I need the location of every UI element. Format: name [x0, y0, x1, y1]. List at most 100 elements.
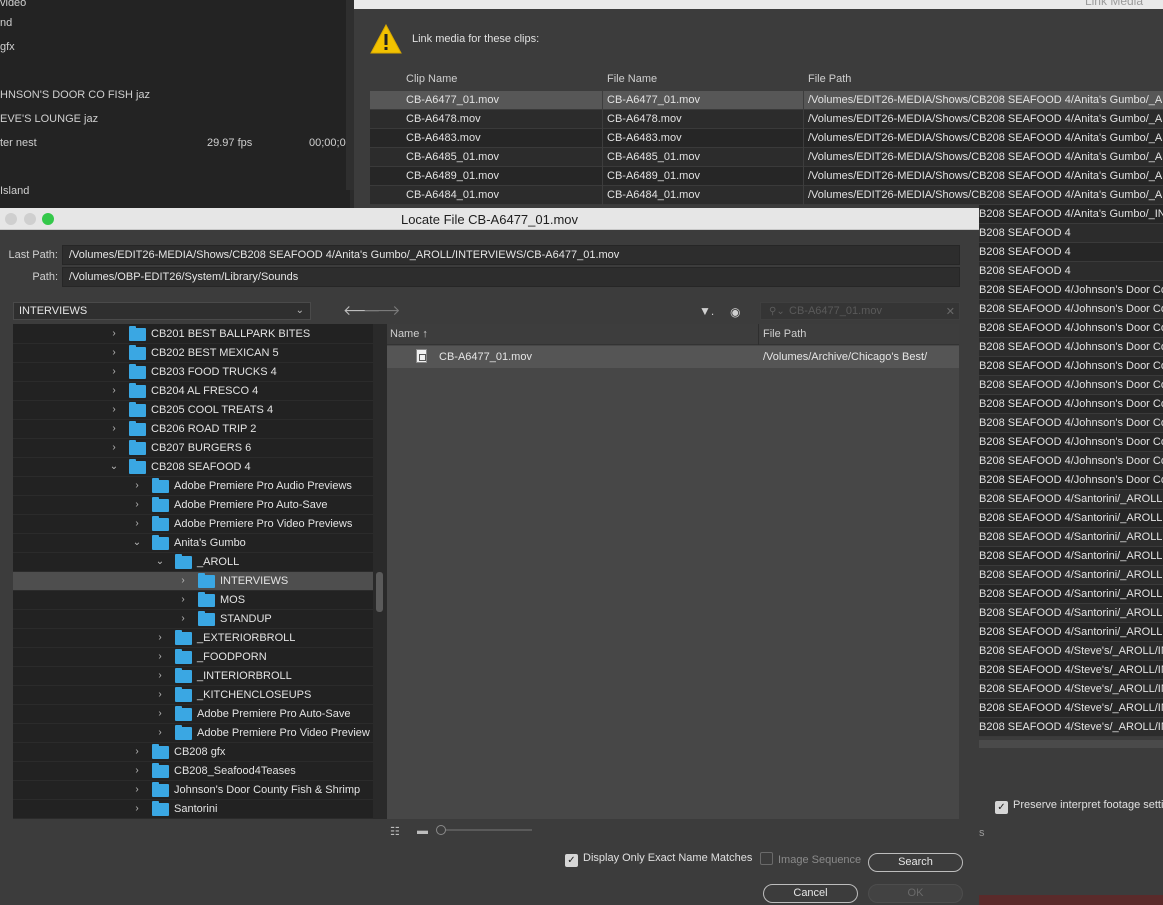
search-button[interactable]: Search — [868, 853, 963, 872]
folder-tree-item[interactable]: › Adobe Premiere Pro Auto-Save — [13, 705, 373, 724]
link-media-row[interactable]: CB-A6483.mov CB-A6483.mov/Volumes/EDIT26-… — [370, 129, 1163, 148]
project-item-row[interactable]: EVE'S LOUNGE jaz — [0, 107, 350, 131]
disclosure-collapsed-icon[interactable]: › — [132, 746, 142, 757]
disclosure-collapsed-icon[interactable]: › — [132, 784, 142, 795]
project-panel-scrollbar[interactable] — [346, 0, 354, 190]
disclosure-collapsed-icon[interactable]: › — [109, 385, 119, 396]
file-path-cell[interactable]: B208 SEAFOOD 4/Johnson's Door Cou — [979, 281, 1163, 300]
disclosure-collapsed-icon[interactable]: › — [178, 594, 188, 605]
folder-tree-item[interactable]: › Adobe Premiere Pro Auto-Save — [13, 496, 373, 515]
disclosure-expanded-icon[interactable]: ⌄ — [132, 537, 142, 548]
file-path-cell[interactable]: B208 SEAFOOD 4/Santorini/_AROLL — [979, 547, 1163, 566]
folder-tree-item[interactable]: › CB208_Seafood4Teases — [13, 762, 373, 781]
file-path-cell[interactable]: B208 SEAFOOD 4/Steve's/_AROLL/INT — [979, 642, 1163, 661]
folder-tree-item[interactable]: › INTERVIEWS — [13, 572, 373, 591]
link-media-row[interactable]: CB-A6485_01.mov CB-A6485_01.mov/Volumes/E… — [370, 148, 1163, 167]
preserve-interpret-checkbox[interactable]: ✓ — [995, 801, 1008, 814]
project-item-row[interactable]: ter nest 29.97 fps 00;00;0 — [0, 131, 350, 155]
disclosure-collapsed-icon[interactable]: › — [155, 670, 165, 681]
exact-name-match-checkbox[interactable]: ✓ — [565, 854, 578, 867]
link-media-row[interactable]: CB-A6477_01.mov CB-A6477_01.mov/Volumes/E… — [370, 91, 1163, 110]
project-item-row[interactable] — [0, 59, 350, 83]
file-path-cell[interactable]: B208 SEAFOOD 4/Johnson's Door Cou — [979, 338, 1163, 357]
disclosure-collapsed-icon[interactable]: › — [109, 366, 119, 377]
file-path-cell[interactable]: B208 SEAFOOD 4/Santorini/_AROLL — [979, 585, 1163, 604]
file-path-cell[interactable]: B208 SEAFOOD 4/Johnson's Door Cou — [979, 300, 1163, 319]
cancel-button[interactable]: Cancel — [763, 884, 858, 903]
forward-arrow-icon[interactable]: 🡒 — [363, 302, 401, 319]
path-field[interactable]: /Volumes/OBP-EDIT26/System/Library/Sound… — [62, 267, 960, 287]
project-item-row[interactable]: nd — [0, 11, 350, 35]
file-path-cell[interactable]: B208 SEAFOOD 4/Johnson's Door Cou — [979, 452, 1163, 471]
file-path-cell[interactable]: B208 SEAFOOD 4/Anita's Gumbo/_INT — [979, 205, 1163, 224]
folder-tree-item[interactable]: › _KITCHENCLOSEUPS — [13, 686, 373, 705]
zoom-slider-track[interactable] — [440, 829, 532, 831]
folder-tree-item[interactable]: › _FOODPORN — [13, 648, 373, 667]
folder-tree-item[interactable]: ⌄ _AROLL — [13, 553, 373, 572]
icon-view-icon[interactable]: ▬ — [417, 825, 428, 837]
folder-tree-item[interactable]: › CB203 FOOD TRUCKS 4 — [13, 363, 373, 382]
column-header-file-path[interactable]: File Path — [808, 73, 851, 89]
file-path-cell[interactable]: B208 SEAFOOD 4 — [979, 224, 1163, 243]
disclosure-expanded-icon[interactable]: ⌄ — [109, 461, 119, 472]
search-input[interactable]: ⚲⌄ CB-A6477_01.mov ✕ — [760, 302, 960, 320]
file-path-cell[interactable]: B208 SEAFOOD 4/Johnson's Door Cou — [979, 376, 1163, 395]
file-path-cell[interactable]: B208 SEAFOOD 4/Steve's/_AROLL/INT — [979, 699, 1163, 718]
link-media-horizontal-scrollbar[interactable] — [979, 740, 1163, 748]
disclosure-collapsed-icon[interactable]: › — [109, 404, 119, 415]
folder-tree-item[interactable]: ⌄ Anita's Gumbo — [13, 534, 373, 553]
disclosure-collapsed-icon[interactable]: › — [132, 518, 142, 529]
file-column-name-header[interactable]: Name ↑ — [390, 328, 428, 340]
disclosure-collapsed-icon[interactable]: › — [109, 347, 119, 358]
preserve-interpret-option[interactable]: ✓ Preserve interpret footage setti — [995, 799, 1163, 814]
disclosure-collapsed-icon[interactable]: › — [109, 442, 119, 453]
folder-tree-item[interactable]: › CB208 gfx — [13, 743, 373, 762]
project-item-row[interactable]: HNSON'S DOOR CO FISH jaz — [0, 83, 350, 107]
image-sequence-checkbox[interactable] — [760, 852, 773, 865]
ok-button[interactable]: OK — [868, 884, 963, 903]
disclosure-collapsed-icon[interactable]: › — [155, 727, 165, 738]
file-path-cell[interactable]: B208 SEAFOOD 4 — [979, 262, 1163, 281]
link-media-row[interactable]: CB-A6478.mov CB-A6478.mov/Volumes/EDIT26-… — [370, 110, 1163, 129]
filter-icon[interactable]: ▼. — [699, 304, 714, 318]
project-item-row[interactable]: gfx — [0, 35, 350, 59]
folder-tree-item[interactable]: › MOS — [13, 591, 373, 610]
file-path-cell[interactable]: B208 SEAFOOD 4/Johnson's Door Cou — [979, 471, 1163, 490]
folder-tree-scroll-thumb[interactable] — [376, 572, 383, 612]
folder-tree-item[interactable]: › _INTERIORBROLL — [13, 667, 373, 686]
file-path-cell[interactable]: B208 SEAFOOD 4/Santorini/_AROLL — [979, 509, 1163, 528]
file-path-cell[interactable]: B208 SEAFOOD 4/Steve's/_AROLL/INT — [979, 680, 1163, 699]
folder-tree-item[interactable]: › CB207 BURGERS 6 — [13, 439, 373, 458]
disclosure-collapsed-icon[interactable]: › — [155, 632, 165, 643]
folder-tree-item[interactable]: › CB204 AL FRESCO 4 — [13, 382, 373, 401]
file-path-cell[interactable]: B208 SEAFOOD 4/Steve's/_AROLL/INT — [979, 661, 1163, 680]
file-path-cell[interactable]: B208 SEAFOOD 4/Santorini/_AROLL — [979, 490, 1163, 509]
folder-tree-item[interactable]: › Adobe Premiere Pro Audio Previews — [13, 477, 373, 496]
exact-name-match-option[interactable]: ✓ Display Only Exact Name Matches — [565, 852, 752, 867]
disclosure-collapsed-icon[interactable]: › — [132, 499, 142, 510]
column-header-file-name[interactable]: File Name — [607, 73, 657, 89]
disclosure-collapsed-icon[interactable]: › — [109, 328, 119, 339]
disclosure-collapsed-icon[interactable]: › — [132, 765, 142, 776]
file-path-cell[interactable]: B208 SEAFOOD 4/Santorini/_AROLL — [979, 528, 1163, 547]
folder-tree-item[interactable]: › Adobe Premiere Pro Video Previews — [13, 515, 373, 534]
disclosure-collapsed-icon[interactable]: › — [109, 423, 119, 434]
disclosure-collapsed-icon[interactable]: › — [132, 803, 142, 814]
file-path-cell[interactable]: B208 SEAFOOD 4/Johnson's Door Cou — [979, 395, 1163, 414]
project-item-row[interactable]: Island — [0, 179, 350, 203]
disclosure-collapsed-icon[interactable]: › — [132, 480, 142, 491]
folder-tree-item[interactable]: › CB201 BEST BALLPARK BITES — [13, 325, 373, 344]
folder-tree-item[interactable]: › STANDUP — [13, 610, 373, 629]
folder-tree-item[interactable]: › Johnson's Door County Fish & Shrimp — [13, 781, 373, 800]
location-dropdown[interactable]: INTERVIEWS ⌄ — [13, 302, 311, 320]
file-path-cell[interactable]: B208 SEAFOOD 4/Johnson's Door Cou — [979, 414, 1163, 433]
folder-tree-item[interactable]: › CB205 COOL TREATS 4 — [13, 401, 373, 420]
disclosure-collapsed-icon[interactable]: › — [155, 689, 165, 700]
file-path-cell[interactable]: B208 SEAFOOD 4/Johnson's Door Cou — [979, 319, 1163, 338]
link-media-row[interactable]: CB-A6489_01.mov CB-A6489_01.mov/Volumes/E… — [370, 167, 1163, 186]
folder-tree-item[interactable]: › _EXTERIORBROLL — [13, 629, 373, 648]
folder-tree-item[interactable]: ⌄ CB208 SEAFOOD 4 — [13, 458, 373, 477]
image-sequence-option[interactable]: Image Sequence — [760, 852, 861, 866]
disclosure-collapsed-icon[interactable]: › — [178, 575, 188, 586]
eye-icon[interactable]: ◉ — [730, 305, 740, 319]
